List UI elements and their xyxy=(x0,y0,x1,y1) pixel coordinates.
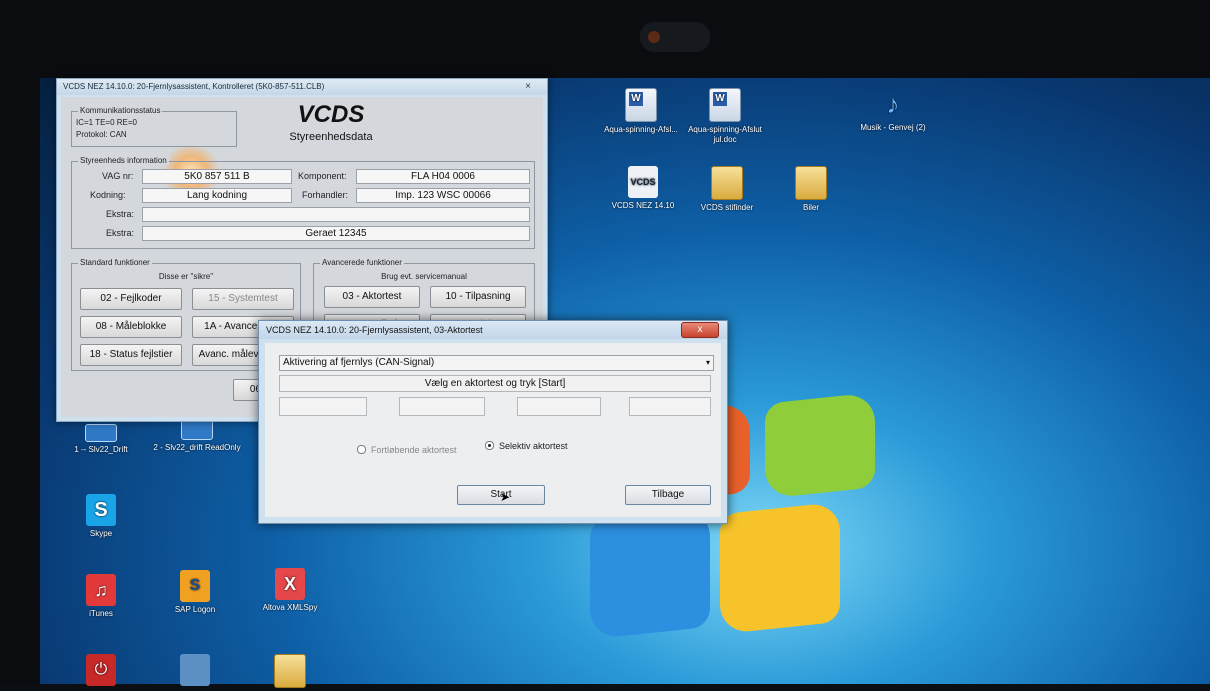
vag-number-field: 5K0 857 511 B xyxy=(142,169,292,184)
extra-2-label: Ekstra: xyxy=(106,228,135,238)
desktop-icon-label: Musik - Genvej (2) xyxy=(860,123,926,132)
component-label: Komponent: xyxy=(298,171,347,181)
desktop-icon-generic-2[interactable] xyxy=(245,654,335,691)
dialog-titlebar[interactable]: VCDS NEZ 14.10.0: 20-Fjernlysassistent, … xyxy=(259,321,727,339)
remote-desktop-icon xyxy=(181,420,213,440)
folder-icon xyxy=(711,166,743,200)
desktop-icon-label: SAP Logon xyxy=(174,605,216,614)
extra-1-field xyxy=(142,207,530,222)
webcam xyxy=(640,22,710,52)
vcds-main-titlebar[interactable]: VCDS NEZ 14.10.0: 20-Fjernlysassistent, … xyxy=(57,79,547,95)
extra-2-field: Geraet 12345 xyxy=(142,226,530,241)
desktop-icon-vcds[interactable]: VCDS VCDS NEZ 14.10 xyxy=(598,166,688,211)
close-icon[interactable]: × xyxy=(519,79,537,95)
vag-number-label: VAG nr: xyxy=(102,171,134,181)
desktop-icon-label: iTunes xyxy=(89,609,113,618)
desktop-icon-label: VCDS NEZ 14.10 xyxy=(611,201,675,210)
desktop-icon-label: Altova XMLSpy xyxy=(262,603,318,612)
word-document-icon xyxy=(709,88,741,122)
mouse-cursor-icon: ➤ xyxy=(500,490,511,504)
windows-logo-blue-pane xyxy=(590,506,710,640)
radio-selected-icon xyxy=(485,441,494,450)
desktop-icon-biler[interactable]: Biler xyxy=(766,166,856,213)
desktop-icon-skype[interactable]: S Skype xyxy=(56,494,146,539)
app-icon xyxy=(180,654,210,686)
advanced-functions-note: Brug evt. servicemanual xyxy=(381,272,467,281)
communication-status-group: Kommunikationsstatus IC=1 TE=0 RE=0 Prot… xyxy=(71,106,237,147)
coding-label: Kodning: xyxy=(90,190,126,200)
group-title: Kommunikationsstatus xyxy=(78,106,163,115)
comm-status-line-1: IC=1 TE=0 RE=0 xyxy=(76,118,137,127)
desktop-icon-label: VCDS stifinder xyxy=(700,203,754,212)
continuous-test-label: Fortløbende aktortest xyxy=(371,445,457,455)
controller-info-group: Styreenheds information VAG nr: 5K0 857 … xyxy=(71,156,535,249)
desktop-icon-music[interactable]: ♪ Musik - Genvej (2) xyxy=(848,88,938,133)
dealer-label: Forhandler: xyxy=(302,190,349,200)
system-test-button[interactable]: 15 - Systemtest xyxy=(192,288,294,310)
music-shortcut-icon: ♪ xyxy=(886,89,900,119)
desktop-icon-slv22-drift[interactable]: 1 -- Slv22_Drift xyxy=(56,424,146,455)
status-box-4 xyxy=(629,397,711,416)
extra-1-label: Ekstra: xyxy=(106,209,135,219)
remote-desktop-icon xyxy=(85,424,117,442)
lock-icon xyxy=(274,654,306,688)
desktop-icon-xmlspy[interactable]: X Altova XMLSpy xyxy=(245,568,335,613)
actuator-select-value: Aktivering af fjernlys (CAN-Signal) xyxy=(283,357,435,368)
chevron-down-icon[interactable]: ▾ xyxy=(706,356,710,370)
actuator-test-button[interactable]: 03 - Aktortest xyxy=(324,286,420,308)
vcds-logo: VCDS xyxy=(297,101,365,128)
status-box-3 xyxy=(517,397,601,416)
selective-test-radio[interactable]: Selektiv aktortest xyxy=(485,441,568,451)
dialog-body: Aktivering af fjernlys (CAN-Signal) ▾ Væ… xyxy=(265,343,721,517)
measuring-blocks-button[interactable]: 08 - Måleblokke xyxy=(80,316,182,338)
desktop-icon-sap[interactable]: S SAP Logon xyxy=(150,570,240,615)
page-subtitle: Styreenhedsdata xyxy=(289,131,373,143)
dealer-field: Imp. 123 WSC 00066 xyxy=(356,188,530,203)
skype-icon: S xyxy=(86,494,116,526)
itunes-icon: ♫ xyxy=(86,574,116,606)
continuous-test-radio[interactable]: Fortløbende aktortest xyxy=(357,445,457,455)
dialog-title: VCDS NEZ 14.10.0: 20-Fjernlysassistent, … xyxy=(266,325,483,335)
radio-icon xyxy=(357,445,366,454)
back-button[interactable]: Tilbage xyxy=(625,485,711,505)
fault-codes-button[interactable]: 02 - Fejlkoder xyxy=(80,288,182,310)
desktop-icon-label: Aqua-spinning-Afslut jul.doc xyxy=(688,125,762,144)
desktop-icon-itunes[interactable]: ♫ iTunes xyxy=(56,574,146,619)
status-box-2 xyxy=(399,397,485,416)
desktop-icon-label: Skype xyxy=(89,529,113,538)
group-title: Styreenheds information xyxy=(78,156,169,165)
status-fault-paths-button[interactable]: 18 - Status fejlstier xyxy=(80,344,182,366)
desktop-icon-label: Biler xyxy=(802,203,819,212)
power-icon: ⏻ xyxy=(86,654,116,686)
sap-logon-icon: S xyxy=(180,570,210,602)
desktop-icon-aqua-2[interactable]: Aqua-spinning-Afslut jul.doc xyxy=(680,88,770,145)
desktop-icon-label: Aqua-spinning-Afsl... xyxy=(604,125,678,134)
word-document-icon xyxy=(625,88,657,122)
desktop-icon-aqua-1[interactable]: Aqua-spinning-Afsl... xyxy=(596,88,686,135)
windows-logo-green-pane xyxy=(765,392,875,499)
standard-functions-note: Disse er "sikre" xyxy=(158,272,214,281)
desktop-icon-label: 2 - Slv22_drift ReadOnly xyxy=(153,443,241,452)
desktop-icon-vcds-folder[interactable]: VCDS stifinder xyxy=(682,166,772,213)
selective-test-label: Selektiv aktortest xyxy=(499,441,568,451)
adaptation-button[interactable]: 10 - Tilpasning xyxy=(430,286,526,308)
folder-icon xyxy=(795,166,827,200)
actuator-test-dialog: VCDS NEZ 14.10.0: 20-Fjernlysassistent, … xyxy=(258,320,728,524)
desktop-icon-label: 1 -- Slv22_Drift xyxy=(74,445,128,454)
comm-status-line-2: Protokol: CAN xyxy=(76,130,127,139)
desktop-icon-slv22-readonly[interactable]: 2 - Slv22_drift ReadOnly xyxy=(152,420,242,453)
window-title: VCDS NEZ 14.10.0: 20-Fjernlysassistent, … xyxy=(63,82,325,91)
instruction-message: Vælg en aktortest og tryk [Start] xyxy=(279,375,711,392)
close-icon[interactable]: x xyxy=(681,322,719,338)
xmlspy-icon: X xyxy=(275,568,305,600)
vcds-app-icon: VCDS xyxy=(628,166,658,198)
component-field: FLA H04 0006 xyxy=(356,169,530,184)
actuator-select[interactable]: Aktivering af fjernlys (CAN-Signal) ▾ xyxy=(279,355,714,371)
windows-logo-yellow-pane xyxy=(720,501,840,635)
coding-field: Lang kodning xyxy=(142,188,292,203)
group-title: Standard funktioner xyxy=(78,258,152,267)
status-box-1 xyxy=(279,397,367,416)
group-title: Avancerede funktioner xyxy=(320,258,404,267)
